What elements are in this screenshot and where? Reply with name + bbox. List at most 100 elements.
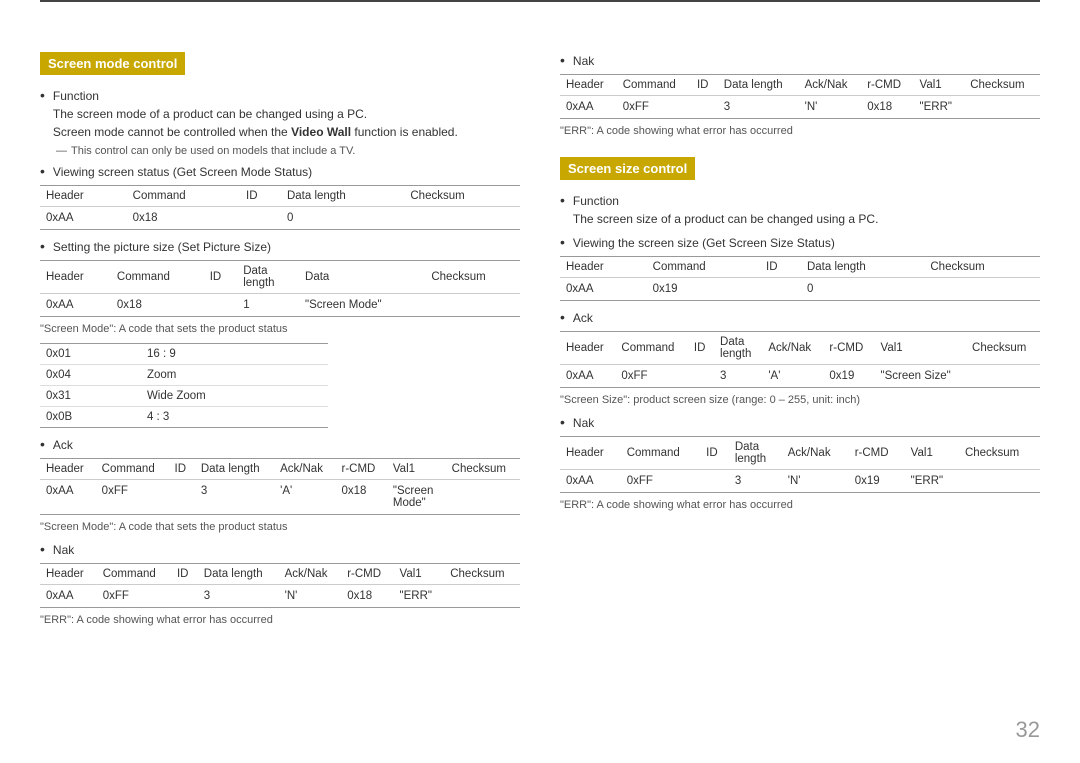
th-header: Header <box>560 437 621 470</box>
cell: 3 <box>714 365 762 388</box>
cell: 0x18 <box>861 96 913 119</box>
nak-label: Nak <box>53 541 74 559</box>
cell <box>700 470 729 493</box>
th-val1: Val1 <box>387 459 446 480</box>
cell <box>966 365 1040 388</box>
th-id: ID <box>171 564 198 585</box>
th-id: ID <box>760 257 801 278</box>
function-desc-right: The screen size of a product can be chan… <box>573 212 879 226</box>
th-checksum: Checksum <box>425 261 520 294</box>
cell <box>404 207 520 230</box>
th-command: Command <box>127 186 240 207</box>
table-row: 0xAA 0xFF 3 'A' 0x19 "Screen Size" <box>560 365 1040 388</box>
th-datalength: Data length <box>718 75 799 96</box>
th-header: Header <box>40 261 111 294</box>
cell <box>425 294 520 317</box>
cell <box>444 585 520 608</box>
cell: 0 <box>281 207 404 230</box>
cell: "ERR" <box>394 585 445 608</box>
nak-bullet-right: • Nak <box>560 52 1040 70</box>
cell: 0x18 <box>341 585 393 608</box>
th-command: Command <box>617 75 691 96</box>
th-acknak: Ack/Nak <box>279 564 342 585</box>
cell: 0xFF <box>96 480 169 515</box>
cell: "ERR" <box>905 470 959 493</box>
table-row: 0xAA 0xFF 3 'A' 0x18 "ScreenMode" <box>40 480 520 515</box>
nak-label-right: Nak <box>573 52 594 70</box>
viewing-label-right: Viewing the screen size (Get Screen Size… <box>573 234 835 252</box>
cell: 0xAA <box>40 480 96 515</box>
left-section-title: Screen mode control <box>40 52 185 75</box>
function-bullet: • Function The screen mode of a product … <box>40 87 520 141</box>
cell: 3 <box>198 585 279 608</box>
cell: 3 <box>195 480 274 515</box>
cell: 0x19 <box>823 365 874 388</box>
cell: 0x0B <box>40 407 141 428</box>
cell <box>959 470 1040 493</box>
mode-table: 0x01 16 : 9 0x04 Zoom 0x31 Wide Zoom 0x0… <box>40 343 328 428</box>
th-command: Command <box>97 564 171 585</box>
table-row: 0xAA 0x18 1 "Screen Mode" <box>40 294 520 317</box>
cell <box>169 480 195 515</box>
left-column: Screen mode control • Function The scree… <box>40 52 520 634</box>
nak-bullet: • Nak <box>40 541 520 559</box>
th-header: Header <box>560 257 647 278</box>
table-row: 0x0B 4 : 3 <box>40 407 328 428</box>
th-header: Header <box>40 564 97 585</box>
cell: 0x18 <box>111 294 204 317</box>
note-text: This control can only be used on models … <box>71 145 355 157</box>
th-id: ID <box>204 261 238 294</box>
table-row: 0xAA 0x19 0 <box>560 278 1040 301</box>
cell: 0x19 <box>849 470 905 493</box>
function-label-right: Function <box>573 194 619 208</box>
video-wall-bold: Video Wall <box>291 125 351 139</box>
table-row: 0x31 Wide Zoom <box>40 386 328 407</box>
th-datalength: Datalength <box>714 332 762 365</box>
th-rcmd: r-CMD <box>823 332 874 365</box>
cell: 0x18 <box>127 207 240 230</box>
cell: 0xAA <box>40 585 97 608</box>
function-desc1: The screen mode of a product can be chan… <box>53 107 367 121</box>
cell: "ERR" <box>914 96 965 119</box>
setting-label: Setting the picture size (Set Picture Si… <box>53 238 271 256</box>
setting-bullet: • Setting the picture size (Set Picture … <box>40 238 520 256</box>
th-datalength: Datalength <box>237 261 299 294</box>
function-bullet-right: • Function The screen size of a product … <box>560 192 1040 228</box>
cell: 'N' <box>782 470 849 493</box>
th-checksum: Checksum <box>966 332 1040 365</box>
cell: 0xFF <box>621 470 700 493</box>
table-row: 0xAA 0xFF 3 'N' 0x19 "ERR" <box>560 470 1040 493</box>
th-checksum: Checksum <box>959 437 1040 470</box>
table-row: 0xAA 0xFF 3 'N' 0x18 "ERR" <box>40 585 520 608</box>
th-rcmd: r-CMD <box>849 437 905 470</box>
cell: 0x18 <box>336 480 387 515</box>
cell: "Screen Mode" <box>299 294 425 317</box>
th-acknak: Ack/Nak <box>274 459 335 480</box>
function-desc2: Screen mode cannot be controlled when th… <box>53 125 458 139</box>
th-id: ID <box>688 332 714 365</box>
cell: 1 <box>237 294 299 317</box>
nak-bullet2-right: • Nak <box>560 414 1040 432</box>
ack-bullet-right: • Ack <box>560 309 1040 327</box>
cell: 16 : 9 <box>141 344 328 365</box>
th-checksum: Checksum <box>444 564 520 585</box>
cell: 0xFF <box>617 96 691 119</box>
cell: 3 <box>718 96 799 119</box>
table3: Header Command ID Data length Ack/Nak r-… <box>40 458 520 515</box>
cell: 0x01 <box>40 344 141 365</box>
cell: 0x31 <box>40 386 141 407</box>
table-nak-right: Header Command ID Data length Ack/Nak r-… <box>560 74 1040 119</box>
th-id: ID <box>700 437 729 470</box>
table2-right: Header Command ID Datalength Ack/Nak r-C… <box>560 331 1040 388</box>
table2: Header Command ID Datalength Data Checks… <box>40 260 520 317</box>
screen-mode-note2: "Screen Mode": A code that sets the prod… <box>40 521 520 533</box>
err-note1-right: "ERR": A code showing what error has occ… <box>560 125 1040 137</box>
th-command: Command <box>111 261 204 294</box>
ack-label: Ack <box>53 436 73 454</box>
bullet-dot-function: • <box>40 88 45 102</box>
cell: 4 : 3 <box>141 407 328 428</box>
th-header: Header <box>40 459 96 480</box>
table-row: 0xAA 0xFF 3 'N' 0x18 "ERR" <box>560 96 1040 119</box>
th-checksum: Checksum <box>964 75 1040 96</box>
right-column: • Nak Header Command ID Data length Ack/… <box>560 52 1040 634</box>
